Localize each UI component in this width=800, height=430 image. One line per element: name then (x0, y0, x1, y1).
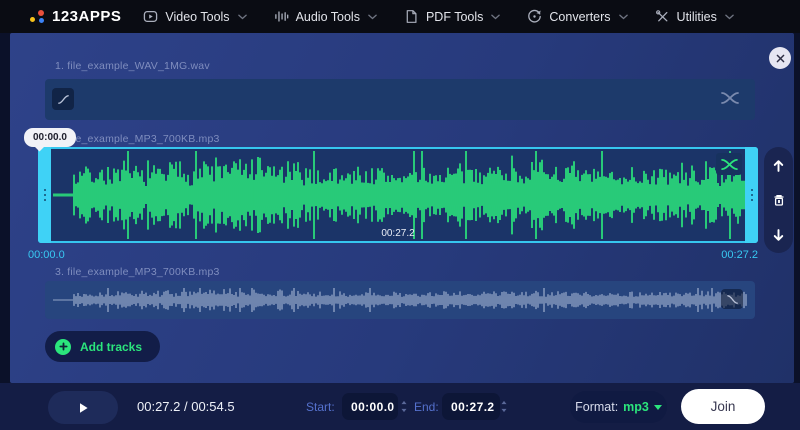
menu-pdf-tools[interactable]: PDF Tools (404, 9, 500, 24)
end-step-up-button[interactable] (500, 400, 509, 406)
track2-selected-box[interactable]: 00:27.2 (38, 147, 758, 243)
join-button[interactable]: Join (681, 389, 765, 424)
start-step-up-button[interactable] (400, 400, 409, 406)
editor-panel: 1. file_example_WAV_1MG.wav 00:00.0 2. f… (10, 33, 794, 383)
utilities-icon (655, 9, 670, 24)
menu-label: Utilities (677, 10, 717, 24)
end-time-value: 00:27.2 (451, 400, 495, 414)
crossfade-icon[interactable] (720, 91, 741, 106)
track3-waveform (53, 282, 747, 318)
track3-filename: 3. file_example_MP3_700KB.mp3 (55, 266, 220, 278)
delete-track-button[interactable] (770, 191, 788, 209)
menu-converters[interactable]: Converters (527, 9, 627, 24)
chevron-down-icon (725, 14, 734, 20)
fade-out-icon[interactable] (721, 289, 743, 309)
chevron-down-icon (238, 14, 247, 20)
move-track-down-button[interactable] (770, 226, 788, 244)
logo-text: 123APPS (52, 8, 121, 25)
play-icon (76, 401, 90, 415)
end-time-input[interactable]: 00:27.2 (442, 393, 500, 420)
menu-video-tools[interactable]: Video Tools (143, 9, 246, 24)
play-button[interactable] (48, 391, 118, 424)
position-tooltip: 00:00.0 (24, 128, 76, 147)
format-label: Format: (575, 400, 618, 414)
format-selector[interactable]: Format: mp3 (570, 391, 667, 423)
add-tracks-button[interactable]: Add tracks (45, 331, 160, 362)
menu-label: Video Tools (165, 10, 229, 24)
logo[interactable]: 123APPS (30, 8, 121, 25)
selection-end-time: 00:27.2 (721, 249, 758, 261)
chevron-down-icon (619, 14, 628, 20)
track-actions-panel (764, 147, 793, 253)
menu-utilities[interactable]: Utilities (655, 9, 734, 24)
video-tools-icon (143, 9, 158, 24)
plus-icon (55, 339, 71, 355)
end-step-down-button[interactable] (500, 408, 509, 414)
fade-in-icon[interactable] (52, 88, 74, 110)
start-step-down-button[interactable] (400, 408, 409, 414)
start-label: Start: (306, 383, 335, 430)
logo-dots-icon (30, 9, 47, 24)
menu-audio-tools[interactable]: Audio Tools (274, 9, 377, 24)
chevron-down-icon (368, 14, 377, 20)
track2-duration: 00:27.2 (40, 228, 756, 239)
main-menu: Video Tools Audio Tools PDF Tools (143, 9, 733, 24)
tooltip-time: 00:00.0 (33, 132, 67, 143)
add-tracks-label: Add tracks (80, 340, 142, 354)
pdf-tools-icon (404, 9, 419, 24)
top-navbar: 123APPS Video Tools Audio Tools (0, 0, 800, 33)
menu-label: Converters (549, 10, 610, 24)
track3-bar[interactable] (45, 281, 755, 319)
menu-label: PDF Tools (426, 10, 483, 24)
trash-icon (772, 193, 786, 207)
move-track-up-button[interactable] (770, 156, 788, 174)
audio-joiner-app: 123APPS Video Tools Audio Tools (0, 0, 800, 430)
arrow-up-icon (771, 158, 786, 173)
audio-tools-icon (274, 9, 289, 24)
close-icon (775, 53, 786, 64)
menu-label: Audio Tools (296, 10, 360, 24)
format-value: mp3 (623, 400, 649, 414)
selection-start-time: 00:00.0 (28, 249, 65, 261)
converters-icon (527, 9, 542, 24)
close-button[interactable] (769, 47, 791, 69)
start-steppers (400, 400, 409, 414)
start-time-input[interactable]: 00:00.0 (342, 393, 398, 420)
chevron-down-icon (491, 14, 500, 20)
track1-filename: 1. file_example_WAV_1MG.wav (55, 60, 210, 72)
time-display: 00:27.2 / 00:54.5 (137, 383, 235, 430)
crossfade-button[interactable] (716, 153, 742, 175)
start-time-value: 00:00.0 (351, 400, 395, 414)
arrow-down-icon (771, 228, 786, 243)
track2-filename: 2. file_example_MP3_700KB.mp3 (55, 133, 220, 145)
playback-bar: 00:27.2 / 00:54.5 Start: 00:00.0 End: 00… (0, 383, 800, 430)
track1-bar[interactable] (45, 79, 755, 120)
end-label: End: (414, 383, 439, 430)
end-steppers (500, 400, 509, 414)
dropdown-caret-icon (654, 405, 662, 410)
